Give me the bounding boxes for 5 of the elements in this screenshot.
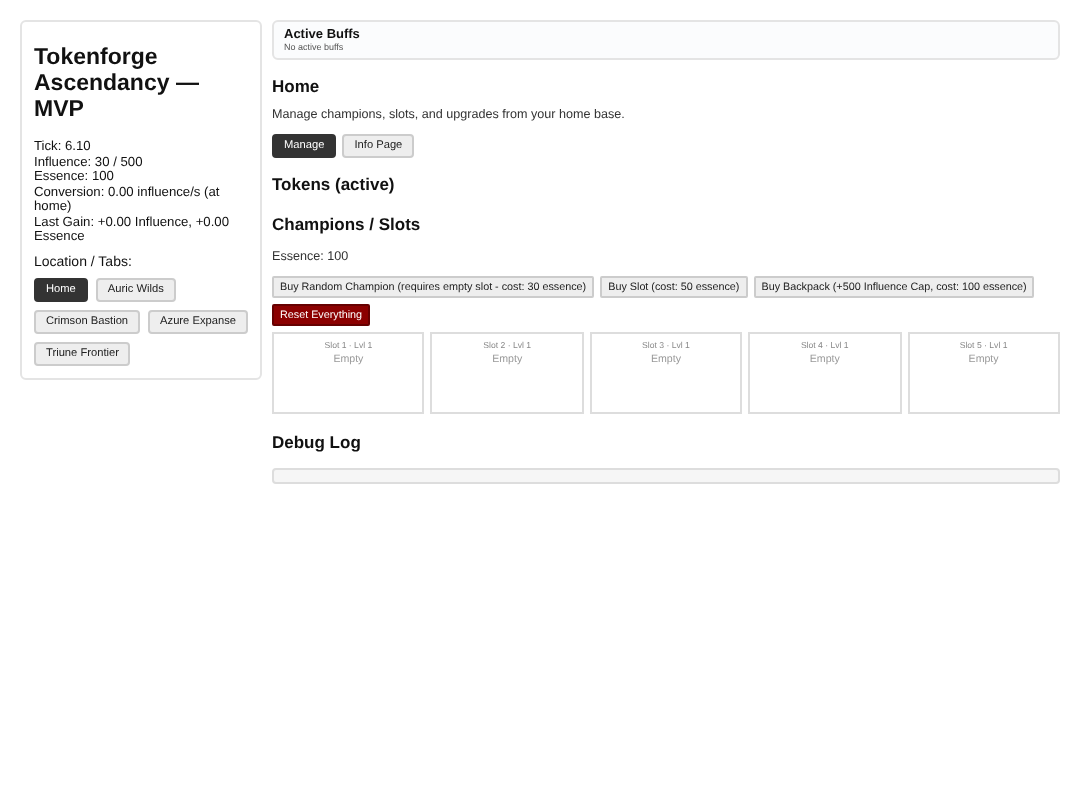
section-heading: Champions / Slots <box>272 214 423 234</box>
section-heading: Home <box>272 76 322 96</box>
app-title: Tokenforge Ascendancy — MVP <box>34 46 201 124</box>
section-heading: Tokens (active) <box>272 174 397 194</box>
section-heading: Debug Log <box>272 432 363 452</box>
